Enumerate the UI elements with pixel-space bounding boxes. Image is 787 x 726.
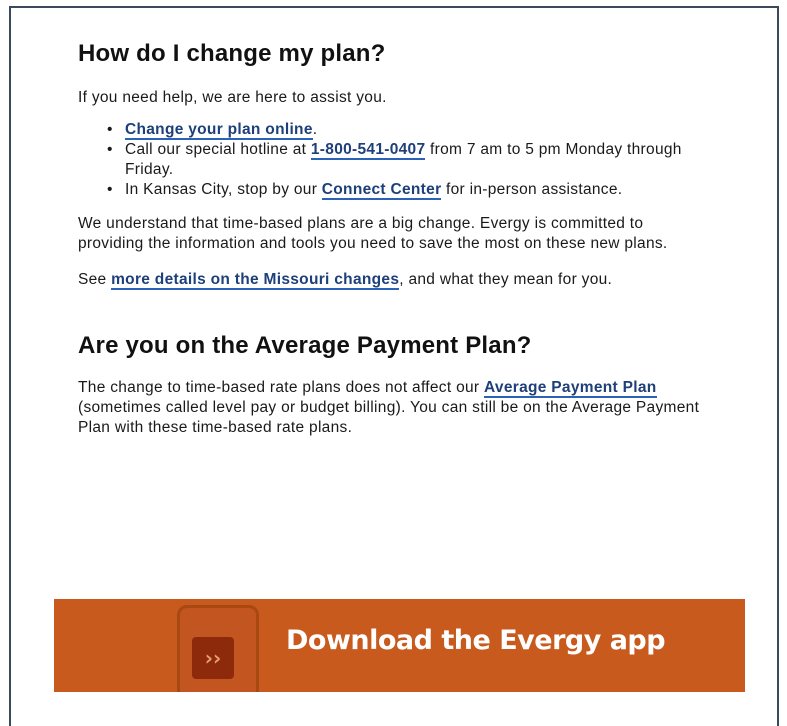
- download-app-banner[interactable]: ›› Download the Evergy app: [54, 599, 745, 692]
- intro-text: If you need help, we are here to assist …: [78, 89, 387, 106]
- hotline-phone-link[interactable]: 1-800-541-0407: [310, 141, 426, 160]
- list-item: • Change your plan online.: [107, 120, 708, 140]
- list-item-text: Call our special hotline at: [125, 141, 311, 158]
- bullet: •: [107, 181, 113, 198]
- bullet: •: [107, 121, 113, 138]
- paragraph-text: See: [78, 271, 112, 288]
- paragraph-text: (sometimes called level pay or budget bi…: [78, 399, 700, 436]
- time-based-plans-paragraph: We understand that time-based plans are …: [78, 215, 668, 252]
- download-app-label: Download the Evergy app: [286, 625, 666, 656]
- section-heading-average-payment: Are you on the Average Payment Plan?: [78, 332, 532, 359]
- list-item-text: for in-person assistance.: [441, 181, 623, 198]
- bullet: •: [107, 141, 113, 158]
- see-details-paragraph: See more details on the Missouri changes…: [78, 270, 708, 290]
- average-payment-plan-link[interactable]: Average Payment Plan: [483, 379, 657, 398]
- list-item-text: .: [312, 121, 318, 138]
- list-item: • Call our special hotline at 1-800-541-…: [107, 140, 708, 180]
- missouri-changes-link[interactable]: more details on the Missouri changes: [111, 271, 400, 290]
- average-payment-paragraph: The change to time-based rate plans does…: [78, 378, 708, 438]
- list-item-text: In Kansas City, stop by our: [125, 181, 322, 198]
- connect-center-link[interactable]: Connect Center: [321, 181, 442, 200]
- help-options-list: • Change your plan online. • Call our sp…: [78, 120, 708, 200]
- evergy-app-icon: ››: [192, 637, 234, 679]
- main-content: How do I change my plan? If you need hel…: [78, 40, 708, 438]
- section-heading-change-plan: How do I change my plan?: [78, 40, 386, 67]
- paragraph-text: , and what they mean for you.: [399, 271, 613, 288]
- list-item: • In Kansas City, stop by our Connect Ce…: [107, 180, 708, 200]
- paragraph-text: The change to time-based rate plans does…: [78, 379, 484, 396]
- change-plan-online-link[interactable]: Change your plan online: [125, 121, 313, 140]
